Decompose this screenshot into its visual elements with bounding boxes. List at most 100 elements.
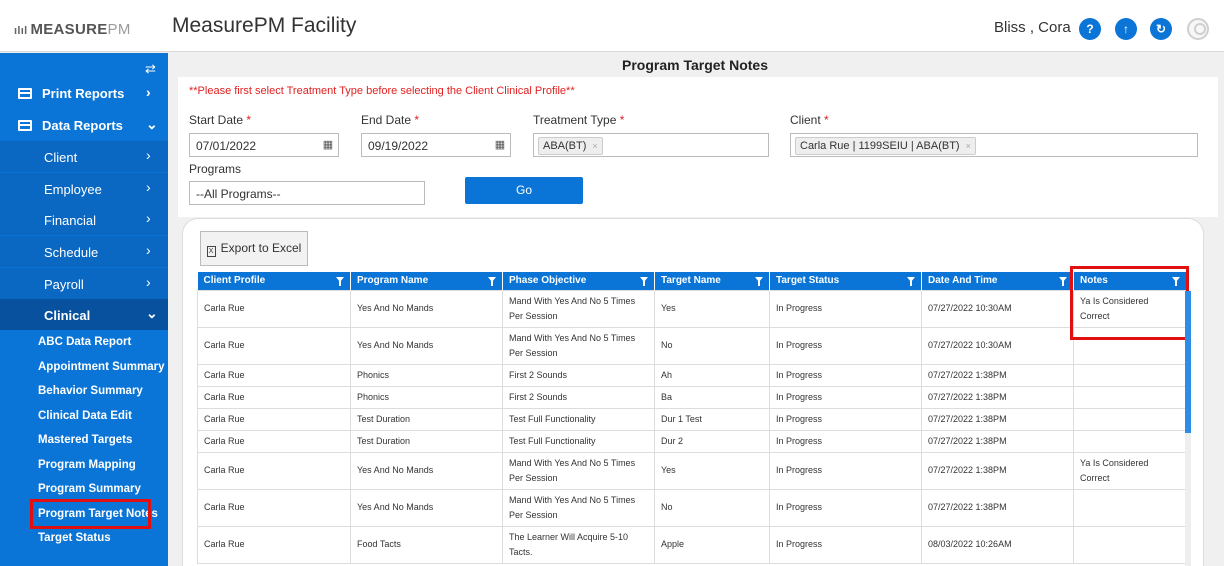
page-title-bar: Program Target Notes — [168, 53, 1222, 77]
column-header-target-status[interactable]: Target Status — [769, 272, 922, 290]
filter-form: **Please first select Treatment Type bef… — [178, 77, 1218, 217]
sidebar-link-program-summary[interactable]: Program Summary — [38, 483, 141, 495]
highlight-box — [1070, 266, 1189, 340]
export-label: Export to Excel — [220, 241, 302, 255]
sidebar-item-data-reports[interactable]: Data Reports ⌄ — [0, 110, 168, 141]
sidebar-item-clinical[interactable]: Clinical ⌄ — [0, 299, 168, 330]
go-button[interactable]: Go — [465, 177, 583, 204]
table-cell: Carla Rue — [197, 363, 351, 387]
sidebar-item-label: Data Reports — [42, 118, 123, 133]
table-row[interactable]: Carla Rue Yes And No Mands Mand With Yes A… — [197, 326, 1187, 365]
table-row[interactable]: Carla Rue Yes And No Mands Mand With Yes A… — [197, 488, 1187, 527]
sidebar-link-program-mapping[interactable]: Program Mapping — [38, 459, 136, 471]
table-row[interactable]: Carla Rue Yes And No Mands Mand With Yes A… — [197, 451, 1187, 490]
client-select[interactable]: Carla Rue | 1199SEIU | ABA(BT) × — [790, 133, 1198, 157]
table-cell: Carla Rue — [197, 488, 351, 527]
treatment-type-label-text: Treatment Type — [533, 113, 617, 127]
sidebar-link-behavior-summary[interactable]: Behavior Summary — [38, 385, 143, 397]
table-row[interactable]: Carla Rue Phonics First 2 Sounds Ba In Progr… — [197, 385, 1187, 409]
end-date-value: 09/19/2022 — [368, 139, 429, 153]
table-row[interactable]: Carla Rue Phonics First 2 Sounds Ah In Progr… — [197, 363, 1187, 387]
filter-icon[interactable] — [488, 277, 496, 286]
filter-icon[interactable] — [1059, 277, 1067, 286]
sidebar-item-payroll[interactable]: Payroll › — [0, 268, 168, 299]
column-header-label: Target Status — [776, 275, 840, 287]
column-header-client-profile[interactable]: Client Profile — [197, 272, 351, 290]
end-date-label-text: End Date — [361, 113, 412, 127]
column-header-date-and-time[interactable]: Date And Time — [921, 272, 1074, 290]
top-header: ılıl MEASUREPM MeasurePM Facility Bliss ,… — [0, 0, 1224, 52]
table-row[interactable]: Carla Rue Test Duration Test Full Function… — [197, 429, 1187, 453]
sidebar-item-schedule[interactable]: Schedule › — [0, 236, 168, 267]
table-cell: In Progress — [769, 488, 922, 527]
tag-remove-icon[interactable]: × — [592, 141, 597, 151]
sidebar-item-financial[interactable]: Financial › — [0, 204, 168, 235]
user-avatar-icon[interactable] — [1187, 18, 1209, 40]
sidebar-item-employee[interactable]: Employee › — [0, 173, 168, 204]
sidebar-link-clinical-data-edit[interactable]: Clinical Data Edit — [38, 410, 132, 422]
table-cell: In Progress — [769, 385, 922, 409]
column-header-phase-objective[interactable]: Phase Objective — [502, 272, 655, 290]
filter-icon[interactable] — [755, 277, 763, 286]
help-icon[interactable]: ? — [1079, 18, 1101, 40]
export-to-excel-button[interactable]: X Export to Excel — [200, 231, 308, 266]
sidebar-link-appointment-summary[interactable]: Appointment Summary — [38, 361, 165, 373]
sidebar-item-print-reports[interactable]: Print Reports › — [0, 78, 168, 109]
table-cell: Phonics — [350, 363, 503, 387]
table-cell: First 2 Sounds — [502, 385, 655, 409]
filter-icon[interactable] — [336, 277, 344, 286]
sidebar-item-label: Clinical — [44, 308, 91, 323]
table-cell: Mand With Yes And No 5 Times Per Session — [502, 451, 655, 490]
table-row[interactable]: Carla Rue Yes And No Mands Mand With Yes A… — [197, 289, 1187, 328]
sidebar-link-mastered-targets[interactable]: Mastered Targets — [38, 434, 132, 446]
scrollbar-thumb[interactable] — [1185, 291, 1191, 433]
table-cell: Test Duration — [350, 429, 503, 453]
sidebar-link-abc-data-report[interactable]: ABC Data Report — [38, 336, 131, 348]
filter-icon[interactable] — [907, 277, 915, 286]
sidebar-link-target-status[interactable]: Target Status — [38, 532, 111, 544]
chevron-down-icon: ⌄ — [146, 116, 158, 132]
column-header-label: Program Name — [357, 275, 429, 287]
table-cell: Yes — [654, 451, 770, 490]
programs-select[interactable]: --All Programs-- — [189, 181, 425, 205]
table-cell: No — [654, 488, 770, 527]
table-cell: 07/27/2022 10:30AM — [921, 289, 1074, 328]
end-date-field[interactable]: 09/19/2022 ▦ — [361, 133, 511, 157]
table-cell: Carla Rue — [197, 525, 351, 564]
calendar-icon[interactable]: ▦ — [490, 134, 510, 156]
refresh-icon[interactable]: ↻ — [1150, 18, 1172, 40]
table-cell — [1073, 429, 1187, 453]
sidebar-toggle-icon[interactable]: ⇄ — [145, 61, 156, 77]
start-date-label: Start Date * — [189, 113, 251, 127]
table-row[interactable]: Carla Rue Test Duration Test Full Function… — [197, 407, 1187, 431]
table-cell — [1073, 407, 1187, 431]
table-cell — [1073, 385, 1187, 409]
table-cell: In Progress — [769, 429, 922, 453]
treatment-type-label: Treatment Type * — [533, 113, 624, 127]
table-cell: Ah — [654, 363, 770, 387]
user-name[interactable]: Bliss , Cora — [994, 19, 1071, 36]
app-logo[interactable]: ılıl MEASUREPM — [14, 21, 131, 38]
required-mark: * — [619, 113, 625, 127]
programs-label: Programs — [189, 162, 242, 176]
app-title: MeasurePM Facility — [172, 14, 357, 37]
required-mark: * — [824, 113, 829, 127]
filter-icon[interactable] — [640, 277, 648, 286]
table-row[interactable]: Carla Rue Food Tacts The Learner Will Acqu… — [197, 525, 1187, 564]
tag-remove-icon[interactable]: × — [966, 141, 971, 151]
start-date-field[interactable]: 07/01/2022 ▦ — [189, 133, 339, 157]
table-cell: The Learner Will Acquire 5-10 Tacts. — [502, 525, 655, 564]
column-header-target-name[interactable]: Target Name — [654, 272, 770, 290]
upload-icon[interactable]: ↑ — [1115, 18, 1137, 40]
table-cell: In Progress — [769, 451, 922, 490]
logo-mark-icon: ılıl — [14, 25, 28, 37]
client-label-text: Client — [790, 113, 821, 127]
sidebar-item-label: Print Reports — [42, 86, 125, 101]
treatment-type-select[interactable]: ABA(BT) × — [533, 133, 769, 157]
table-body: Carla Rue Yes And No Mands Mand With Yes A… — [197, 289, 1187, 564]
column-header-program-name[interactable]: Program Name — [350, 272, 503, 290]
sidebar-item-client[interactable]: Client › — [0, 141, 168, 172]
table-cell: Test Full Functionality — [502, 429, 655, 453]
calendar-icon[interactable]: ▦ — [318, 134, 338, 156]
table-cell: 08/03/2022 10:26AM — [921, 525, 1074, 564]
